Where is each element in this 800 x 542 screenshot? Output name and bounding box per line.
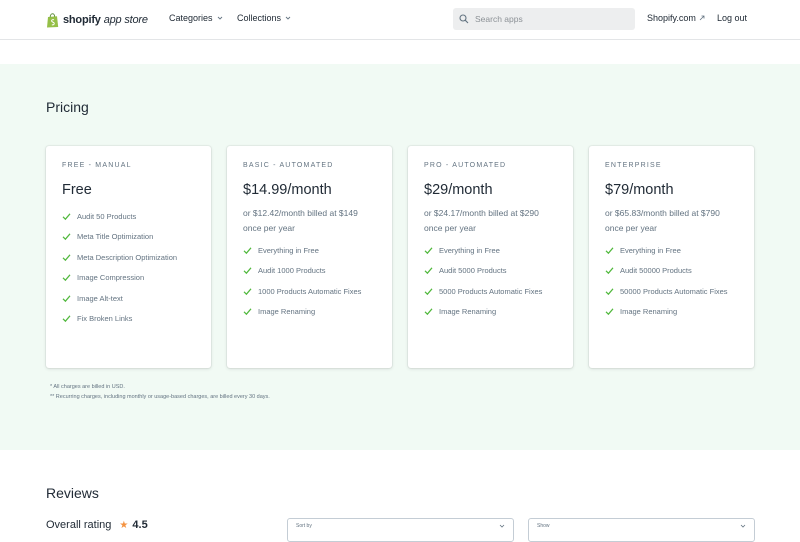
feature-item: Meta Description Optimization bbox=[62, 252, 195, 264]
checkmark-icon bbox=[605, 247, 614, 255]
search-icon bbox=[459, 14, 469, 24]
nav-collections[interactable]: Collections bbox=[237, 13, 292, 23]
footnote-recurring: ** Recurring charges, including monthly … bbox=[50, 394, 270, 400]
plan-price: $14.99/month bbox=[243, 182, 332, 198]
top-header: shopify app store Categories Collections … bbox=[0, 0, 800, 40]
external-link-icon bbox=[699, 15, 705, 21]
plan-name: ENTERPRISE bbox=[605, 162, 662, 169]
feature-item: Everything in Free bbox=[424, 245, 557, 257]
nav-categories[interactable]: Categories bbox=[169, 13, 224, 23]
shopify-com-label: Shopify.com bbox=[647, 13, 696, 23]
plan-annual-price: or $24.17/month billed at $290 once per … bbox=[424, 208, 539, 233]
chevron-down-icon bbox=[285, 16, 291, 20]
feature-list: Audit 50 Products Meta Title Optimizatio… bbox=[62, 211, 195, 325]
logout-link[interactable]: Log out bbox=[717, 13, 747, 23]
feature-item: 5000 Products Automatic Fixes bbox=[424, 286, 557, 298]
plan-card-basic: BASIC - AUTOMATED $14.99/month or $12.42… bbox=[227, 146, 392, 368]
feature-item: 50000 Products Automatic Fixes bbox=[605, 286, 738, 298]
feature-item: Audit 50000 Products bbox=[605, 265, 738, 277]
plan-annual-price: or $12.42/month billed at $149 once per … bbox=[243, 208, 358, 233]
checkmark-icon bbox=[62, 213, 71, 221]
checkmark-icon bbox=[424, 288, 433, 295]
star-icon: ★ bbox=[119, 519, 129, 531]
plan-name: FREE - MANUAL bbox=[62, 162, 132, 169]
overall-rating-value: 4.5 bbox=[132, 519, 148, 531]
checkmark-icon bbox=[605, 308, 614, 316]
checkmark-icon bbox=[605, 288, 614, 295]
feature-item: Audit 50 Products bbox=[62, 211, 195, 223]
checkmark-icon bbox=[62, 254, 71, 261]
plan-price: $29/month bbox=[424, 182, 493, 198]
plan-card-free: FREE - MANUAL Free Audit 50 Products Met… bbox=[46, 146, 211, 368]
checkmark-icon bbox=[62, 315, 71, 323]
chevron-down-icon bbox=[217, 16, 222, 20]
plan-name: BASIC - AUTOMATED bbox=[243, 162, 334, 169]
checkmark-icon bbox=[243, 247, 252, 255]
shopify-com-link[interactable]: Shopify.com bbox=[647, 13, 705, 23]
checkmark-icon bbox=[62, 233, 71, 241]
logout-label: Log out bbox=[717, 13, 748, 23]
checkmark-icon bbox=[424, 247, 433, 255]
checkmark-icon bbox=[62, 274, 71, 282]
pricing-title: Pricing bbox=[46, 99, 89, 115]
feature-item: 1000 Products Automatic Fixes bbox=[243, 286, 376, 298]
shopify-app-store-logo[interactable]: shopify app store bbox=[46, 10, 148, 30]
logo-text: shopify app store bbox=[63, 14, 148, 26]
feature-item: Meta Title Optimization bbox=[62, 231, 195, 243]
chevron-down-icon bbox=[499, 524, 505, 528]
reviews-title: Reviews bbox=[46, 485, 99, 501]
feature-item: Image Alt-text bbox=[62, 293, 195, 305]
plan-annual-price: or $65.83/month billed at $790 once per … bbox=[605, 208, 720, 233]
checkmark-icon bbox=[243, 288, 252, 295]
feature-item: Audit 1000 Products bbox=[243, 265, 376, 277]
checkmark-icon bbox=[424, 267, 433, 275]
feature-item: Image Compression bbox=[62, 272, 195, 284]
overall-rating: Overall rating ★ 4.5 bbox=[46, 519, 148, 531]
feature-item: Image Renaming bbox=[243, 306, 376, 318]
chevron-down-icon bbox=[740, 524, 746, 528]
search-input[interactable] bbox=[475, 14, 625, 24]
feature-item: Image Renaming bbox=[424, 306, 557, 318]
plan-name: PRO - AUTOMATED bbox=[424, 162, 507, 169]
footnote-currency: * All charges are billed in USD. bbox=[50, 384, 125, 390]
feature-item: Fix Broken Links bbox=[62, 313, 195, 325]
show-select[interactable]: Show bbox=[528, 518, 755, 542]
search-box[interactable] bbox=[453, 8, 635, 30]
feature-item: Audit 5000 Products bbox=[424, 265, 557, 277]
feature-item: Everything in Free bbox=[605, 245, 738, 257]
plan-price: Free bbox=[62, 182, 92, 198]
feature-list: Everything in Free Audit 5000 Products 5… bbox=[424, 245, 557, 318]
feature-item: Image Renaming bbox=[605, 306, 738, 318]
overall-rating-label: Overall rating bbox=[46, 519, 112, 531]
checkmark-icon bbox=[605, 267, 614, 275]
checkmark-icon bbox=[243, 308, 252, 316]
plan-card-enterprise: ENTERPRISE $79/month or $65.83/month bil… bbox=[589, 146, 754, 368]
feature-list: Everything in Free Audit 50000 Products … bbox=[605, 245, 738, 318]
checkmark-icon bbox=[243, 267, 252, 275]
checkmark-icon bbox=[62, 294, 71, 302]
shopify-bag-icon bbox=[47, 12, 59, 27]
sort-by-label: Sort by bbox=[296, 523, 312, 529]
nav-categories-label: Categories bbox=[169, 13, 213, 23]
plan-price: $79/month bbox=[605, 182, 674, 198]
show-label: Show bbox=[537, 523, 550, 529]
checkmark-icon bbox=[424, 308, 433, 316]
sort-by-select[interactable]: Sort by bbox=[287, 518, 514, 542]
feature-list: Everything in Free Audit 1000 Products 1… bbox=[243, 245, 376, 318]
plan-card-pro: PRO - AUTOMATED $29/month or $24.17/mont… bbox=[408, 146, 573, 368]
feature-item: Everything in Free bbox=[243, 245, 376, 257]
nav-collections-label: Collections bbox=[237, 13, 282, 23]
